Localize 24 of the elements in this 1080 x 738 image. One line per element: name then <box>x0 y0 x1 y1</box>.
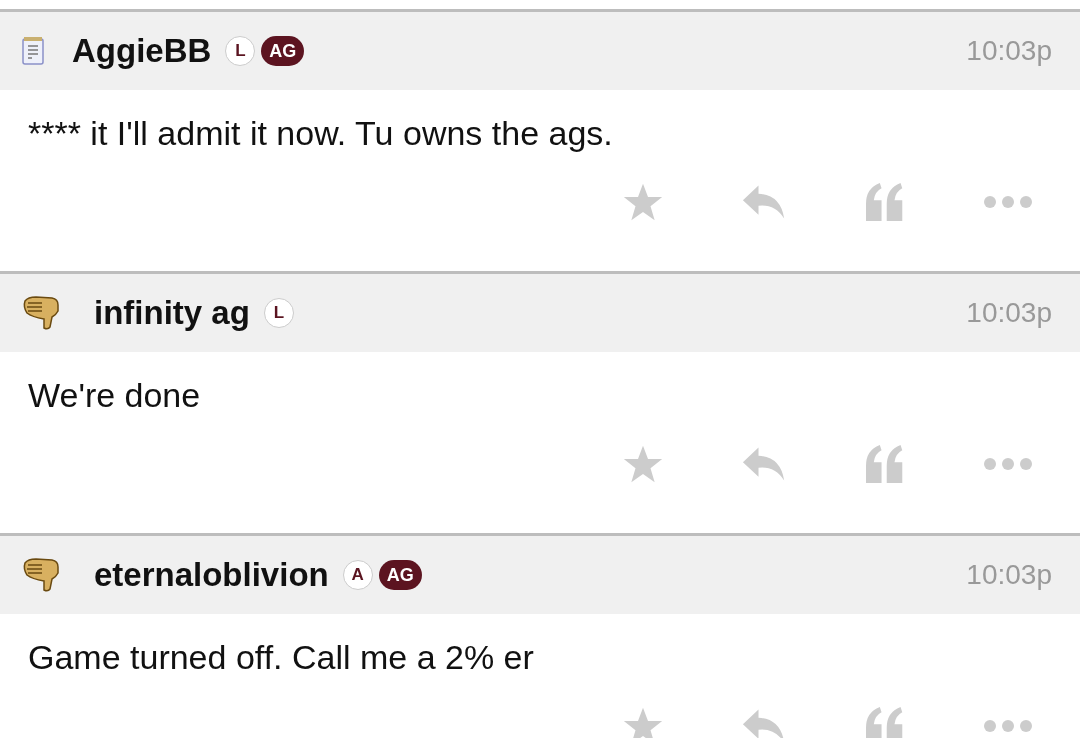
rank-badge: A <box>342 560 373 590</box>
star-icon[interactable] <box>622 706 664 738</box>
username[interactable]: AggieBB <box>72 32 212 70</box>
more-icon[interactable] <box>984 720 1032 732</box>
star-icon[interactable] <box>622 444 664 484</box>
star-icon[interactable] <box>622 182 664 222</box>
post-text: **** it I'll admit it now. Tu owns the ags. <box>27 113 614 154</box>
team-badge: AG <box>378 560 422 590</box>
more-icon[interactable] <box>984 196 1032 208</box>
post-time: 10:03p <box>966 559 1052 591</box>
post-text: We're done <box>27 375 202 416</box>
team-badge: AG <box>261 36 305 66</box>
more-icon[interactable] <box>984 458 1032 470</box>
reply-icon[interactable] <box>742 707 786 738</box>
username[interactable]: infinity ag <box>94 294 250 332</box>
post-text: Game turned off. Call me a 2% er <box>27 637 535 678</box>
post-time: 10:03p <box>966 35 1052 67</box>
username[interactable]: eternaloblivion <box>94 556 329 594</box>
rank-badge: L <box>263 298 294 328</box>
notepad-icon <box>22 36 46 66</box>
post-time: 10:03p <box>966 297 1052 329</box>
rank-badge: L <box>225 36 256 66</box>
reply-icon[interactable] <box>742 183 786 221</box>
reply-icon[interactable] <box>742 445 786 483</box>
